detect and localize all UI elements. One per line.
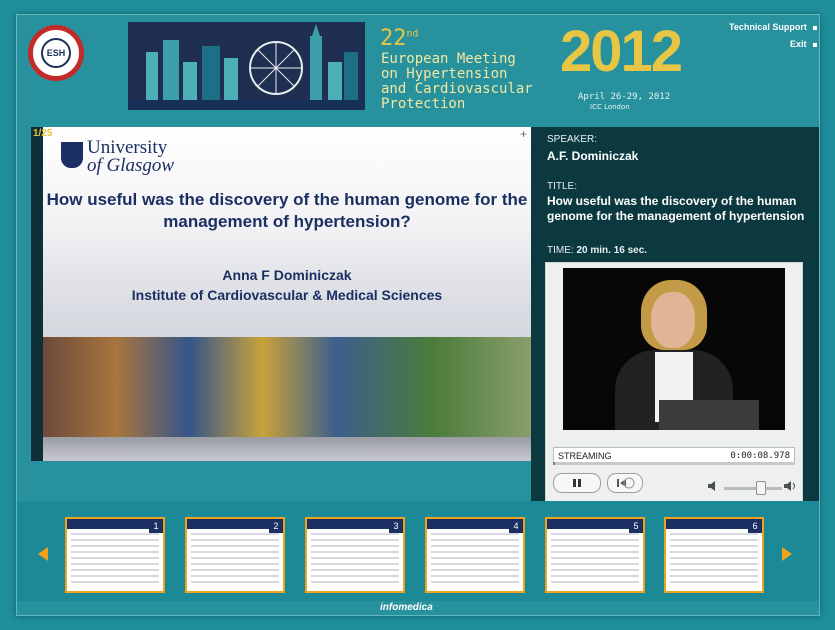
time-value: 20 min. 16 sec.: [576, 245, 648, 256]
video-screen[interactable]: [563, 268, 785, 430]
next-arrow-icon[interactable]: [782, 547, 792, 561]
speaker-high-icon: [784, 481, 795, 491]
thumbnail-content: [191, 533, 279, 587]
thumbnail-number: 1: [149, 519, 163, 533]
thumbnail-content: [670, 533, 758, 587]
slide-institute: Institute of Cardiovascular & Medical Sc…: [131, 287, 443, 303]
slide-thumbnail[interactable]: 6: [664, 517, 764, 593]
university-crest-icon: [61, 142, 83, 168]
speaker-face: [651, 292, 695, 348]
skyline-illustration: [128, 24, 365, 110]
slide-author: Anna F Dominiczak Institute of Cardiovas…: [43, 265, 531, 305]
thumbnail-content: [551, 533, 639, 587]
speaker-label: SPEAKER:: [547, 134, 598, 145]
zoom-plus-icon[interactable]: +: [520, 127, 527, 141]
volume-knob[interactable]: [756, 481, 766, 495]
esh-logo-text: ESH: [41, 38, 71, 68]
pause-button[interactable]: [553, 473, 601, 493]
podium: [659, 400, 759, 430]
thumbnail-content: [71, 533, 159, 587]
mute-icon[interactable]: [707, 480, 719, 495]
time-label: TIME: 20 min. 16 sec.: [547, 245, 647, 256]
campus-photo-strip: [43, 337, 531, 437]
slide-bottom-bar: [43, 437, 531, 461]
elapsed-time: 0:00:08.978: [730, 451, 790, 461]
rewind-button[interactable]: [607, 473, 643, 493]
rewind-icon: [617, 477, 635, 489]
slide-title: How useful was the discovery of the huma…: [46, 190, 528, 231]
seek-bar[interactable]: [553, 462, 795, 465]
meeting-venue: ICC London: [590, 103, 630, 111]
volume-slider[interactable]: [724, 487, 782, 490]
title-label: TITLE:: [547, 181, 578, 192]
speaker-name: A.F. Dominiczak: [547, 149, 639, 163]
speaker-low-icon: [708, 481, 715, 491]
thumbnail-number: 4: [509, 519, 523, 533]
slide-thumbnail[interactable]: 4: [425, 517, 525, 593]
meeting-dates: April 26-29, 2012: [578, 92, 671, 102]
university-line2: of Glasgow: [87, 155, 175, 176]
bullet-icon: [812, 25, 817, 30]
slide-author-name: Anna F Dominiczak: [222, 267, 352, 283]
volume-max-icon[interactable]: [783, 480, 797, 495]
thumbnail-number: 3: [389, 519, 403, 533]
technical-support-link[interactable]: Technical Support: [729, 22, 817, 32]
exit-link[interactable]: Exit: [790, 39, 817, 49]
time-label-text: TIME:: [547, 245, 574, 256]
seek-bar-fill: [553, 462, 556, 465]
exit-label: Exit: [790, 39, 807, 49]
meeting-title: European Meeting on Hypertension and Car…: [381, 51, 533, 112]
stream-status: STREAMING: [558, 451, 612, 461]
slide-thumbnail[interactable]: 5: [545, 517, 645, 593]
thumbnail-number: 2: [269, 519, 283, 533]
slide-viewer[interactable]: University of Glasgow How useful was the…: [31, 127, 531, 461]
meeting-year: 2012: [560, 19, 683, 84]
meeting-number-suffix: nd: [406, 28, 419, 40]
meeting-number: 22nd: [380, 26, 419, 51]
pause-icon: [573, 479, 581, 487]
london-skyline-banner: [128, 22, 365, 110]
bullet-icon: [812, 42, 817, 47]
esh-logo: ESH: [28, 25, 84, 81]
university-logo-text: University of Glasgow: [87, 138, 175, 176]
slide-thumbnail[interactable]: 2: [185, 517, 285, 593]
footer-brand: infomedica: [380, 602, 433, 613]
previous-arrow-icon[interactable]: [38, 547, 48, 561]
thumbnail-content: [431, 533, 519, 587]
technical-support-label: Technical Support: [729, 22, 807, 32]
slide-thumbnail[interactable]: 1: [65, 517, 165, 593]
thumbnail-number: 5: [629, 519, 643, 533]
slide-left-strip: [31, 127, 43, 461]
slide-thumbnail[interactable]: 3: [305, 517, 405, 593]
meeting-number-value: 22: [380, 26, 407, 51]
talk-title: How useful was the discovery of the huma…: [547, 194, 805, 223]
thumbnail-number: 6: [748, 519, 762, 533]
slide-counter: 1/25: [33, 128, 53, 139]
thumbnail-content: [311, 533, 399, 587]
